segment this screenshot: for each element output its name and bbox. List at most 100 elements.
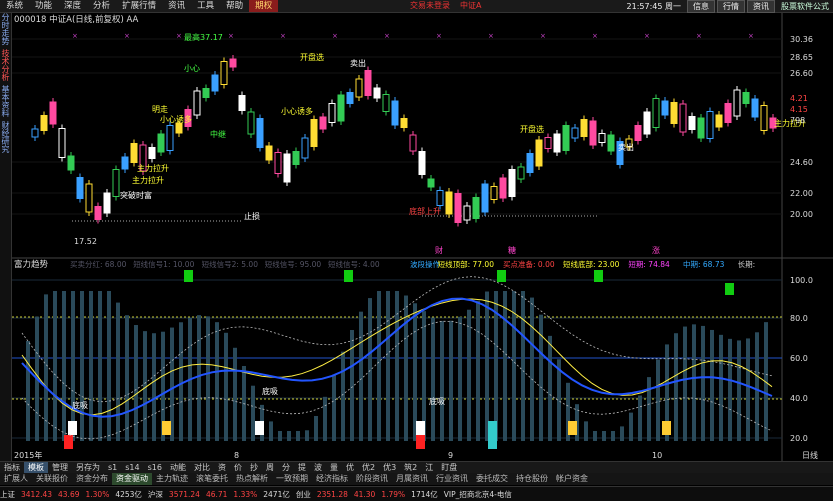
status-bar: 上证 3412.43 43.69 1.30% 4253亿 沪深 3571.24 46.71 1.… — [0, 486, 833, 501]
tab2-7[interactable]: 一致预期 — [272, 473, 312, 485]
tab-12[interactable]: 周 — [262, 462, 278, 473]
bottom-absorb-label: 底吸 — [429, 396, 445, 406]
indicator-histogram-bar — [152, 333, 156, 441]
tab-9[interactable]: 资 — [214, 462, 230, 473]
chart-annotation: 卖出 — [618, 142, 634, 152]
indicator-histogram-bar — [755, 332, 759, 441]
tab-15[interactable]: 波 — [310, 462, 326, 473]
menu-item-7[interactable]: 帮助 — [220, 0, 249, 12]
indicator-histogram-bar — [485, 291, 489, 441]
candle-body — [661, 100, 669, 116]
tab2-6[interactable]: 热点解析 — [232, 473, 272, 485]
chart-annotation: 突破时富 — [120, 190, 152, 200]
indicator-value: 短线顶部: 77.00 — [438, 259, 495, 269]
candle-body — [589, 120, 597, 146]
indicator-histogram-bar — [521, 291, 525, 441]
tab-3[interactable]: 另存为 — [72, 462, 104, 473]
menu-item-5[interactable]: 资讯 — [162, 0, 191, 12]
candle-body — [436, 190, 444, 206]
menu-item-3[interactable]: 分析 — [87, 0, 116, 12]
tab-8[interactable]: 对比 — [190, 462, 214, 473]
menu-item-4[interactable]: 扩展行情 — [116, 0, 162, 12]
indicator-histogram-bar — [683, 326, 687, 441]
chart-annotation: 底部上升 — [409, 206, 441, 216]
candle-body — [319, 116, 327, 130]
tab-6[interactable]: s16 — [144, 462, 166, 473]
tab2-5[interactable]: 滚笔委托 — [192, 473, 232, 485]
indicator-histogram-bar — [701, 325, 705, 441]
left-tab-2[interactable]: 基本资料 — [0, 85, 11, 117]
top-button-1[interactable]: 行情 — [717, 0, 745, 13]
left-tab-1[interactable]: 技术分析 — [0, 49, 11, 81]
tab-13[interactable]: 分 — [278, 462, 294, 473]
candle-body — [346, 92, 354, 104]
tab-16[interactable]: 量 — [326, 462, 342, 473]
tab-17[interactable]: 优 — [342, 462, 358, 473]
chart-area[interactable]: × × × × × × × × × × × × × × 最高37.17 开盘选 卖出 小心 明走 小心诱多 主力拉升突… — [12, 13, 833, 461]
tab-22[interactable]: 盯盘 — [437, 462, 461, 473]
menu-item-1[interactable]: 功能 — [29, 0, 58, 12]
price-scale-label: 30.36 — [790, 35, 813, 44]
tab2-1[interactable]: 关联报价 — [32, 473, 72, 485]
indicator-histogram-bar — [386, 291, 390, 441]
tab-2[interactable]: 管理 — [48, 462, 72, 473]
kline-chart-svg[interactable]: × × × × × × × × × × × × × × 最高37.17开盘选卖出小心明走小心诱多主力拉升突… — [12, 13, 833, 461]
footer-mark: 糖 — [508, 245, 516, 255]
candle-body — [157, 133, 165, 153]
status-item-2: 43.69 — [58, 489, 80, 499]
indicator-histogram-bar — [449, 320, 453, 441]
menu-item-0[interactable]: 系统 — [0, 0, 29, 12]
tab-18[interactable]: 优2 — [358, 462, 379, 473]
left-tab-3[interactable]: 财经研究 — [0, 121, 11, 153]
tab2-4[interactable]: 主力轨迹 — [152, 473, 192, 485]
status-item-0: 上证 — [0, 489, 15, 499]
indicator-histogram-bar — [71, 291, 75, 441]
tab-5[interactable]: s14 — [121, 462, 143, 473]
tab2-14[interactable]: 帐户资金 — [552, 473, 592, 485]
tab-4[interactable]: s1 — [104, 462, 121, 473]
signal-block-top — [497, 270, 506, 282]
indicator-histogram-bar — [548, 335, 552, 441]
indicator-histogram-bar — [593, 431, 597, 441]
tab2-0[interactable]: 扩展人 — [0, 473, 32, 485]
chart-title: 000018 中证A(日线,前复权) AA — [14, 14, 139, 25]
menu-item-6[interactable]: 工具 — [191, 0, 220, 12]
top-marker: × — [644, 32, 650, 40]
tab2-2[interactable]: 资金分布 — [72, 473, 112, 485]
candle-body — [238, 95, 246, 111]
tab-21[interactable]: 江 — [421, 462, 437, 473]
candle-body — [706, 111, 714, 139]
tab2-8[interactable]: 经济指标 — [312, 473, 352, 485]
candle-body — [544, 137, 552, 149]
candle-body — [175, 122, 183, 134]
tab-20[interactable]: 筑2 — [400, 462, 421, 473]
tab-11[interactable]: 抄 — [246, 462, 262, 473]
tab-14[interactable]: 提 — [294, 462, 310, 473]
top-button-0[interactable]: 信息 — [687, 0, 715, 13]
left-tab-0[interactable]: 分时走势 — [0, 13, 11, 45]
bottom-absorb-label: 底吸 — [72, 400, 88, 410]
status-item-5: 沪深 — [147, 489, 163, 499]
indicator-histogram-bar — [530, 297, 534, 441]
tab-19[interactable]: 优3 — [379, 462, 400, 473]
candle-body — [634, 125, 642, 141]
tab2-12[interactable]: 委托成交 — [472, 473, 512, 485]
tab2-11[interactable]: 行业资讯 — [432, 473, 472, 485]
candle-body — [355, 78, 363, 98]
status-item-12: 41.30 — [353, 489, 376, 499]
tab-7[interactable]: 动能 — [166, 462, 190, 473]
menu-item-8[interactable]: 期权 — [249, 0, 279, 12]
tab2-3[interactable]: 资金驱动 — [112, 473, 152, 485]
tab2-13[interactable]: 持仓股份 — [512, 473, 552, 485]
menu-item-2[interactable]: 深度 — [58, 0, 87, 12]
chart-annotation: 中继 — [210, 129, 226, 139]
price-scale-label: 20.00 — [790, 210, 813, 219]
tab-10[interactable]: 价 — [230, 462, 246, 473]
tab2-9[interactable]: 阶段资讯 — [352, 473, 392, 485]
tab-0[interactable]: 指标 — [0, 462, 24, 473]
time-axis-label: 10 — [652, 451, 662, 460]
top-button-2[interactable]: 资讯 — [747, 0, 775, 13]
tab-1[interactable]: 模板 — [24, 462, 48, 473]
candle-body — [202, 88, 210, 98]
tab2-10[interactable]: 月属资讯 — [392, 473, 432, 485]
